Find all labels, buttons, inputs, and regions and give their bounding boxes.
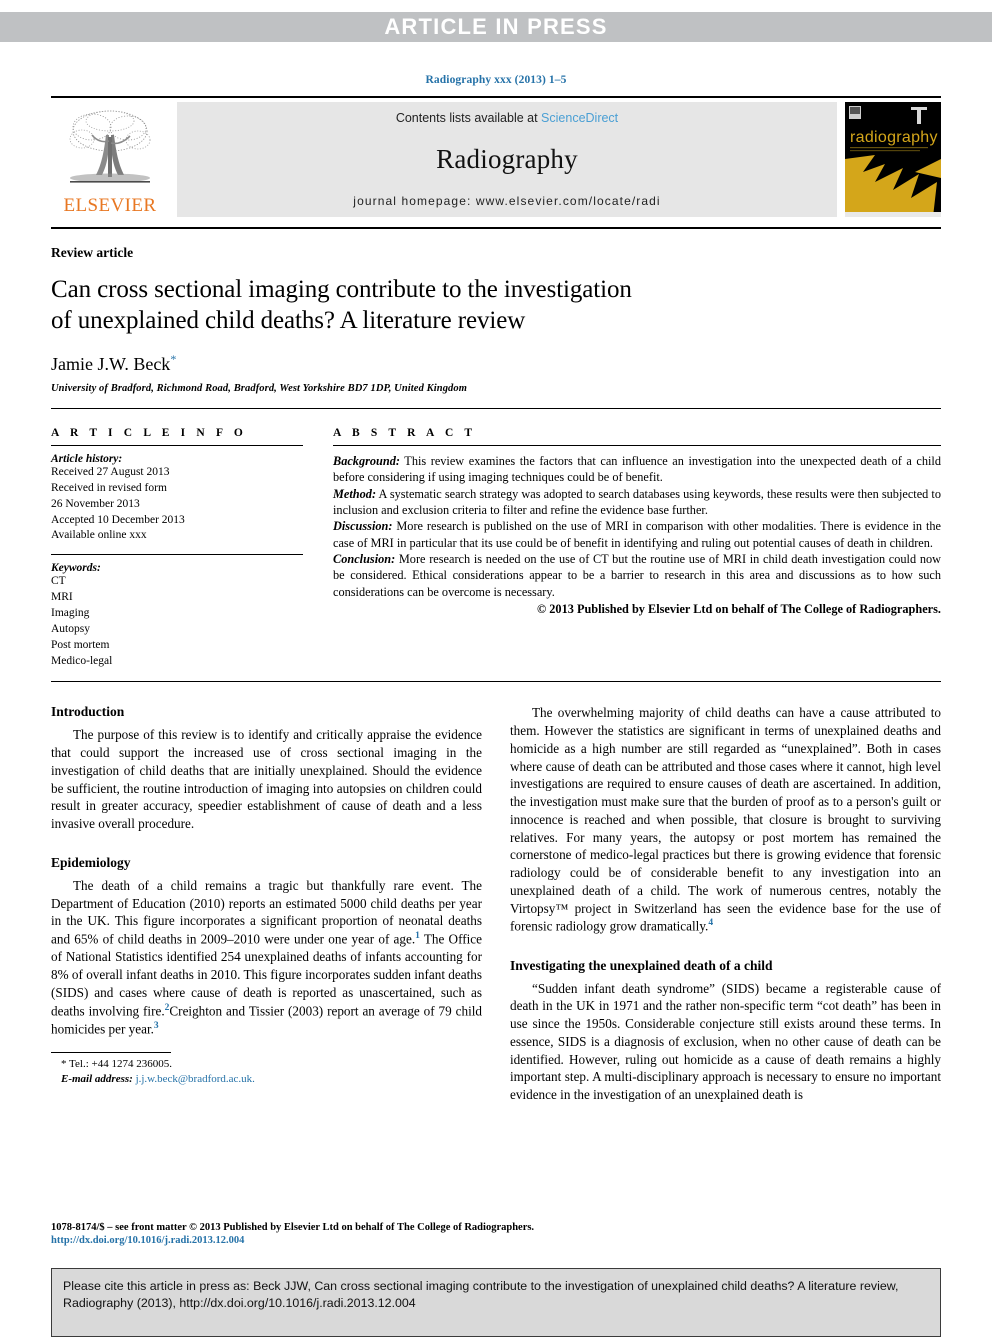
masthead-bottom-rule	[51, 227, 941, 229]
footnote-telephone: * Tel.: +44 1274 236005.	[61, 1057, 172, 1070]
title-line-2: of unexplained child deaths? A literatur…	[51, 306, 526, 334]
abstract-rule	[333, 445, 941, 446]
author-affiliation: University of Bradford, Richmond Road, B…	[51, 383, 468, 394]
paragraph-child-deaths-statistics: The overwhelming majority of child death…	[510, 704, 941, 935]
abstract-text-background: This review examines the factors that ca…	[333, 454, 941, 485]
citation-request-text: Please cite this article in press as: Be…	[63, 1279, 899, 1311]
abstract-text-conclusion: More research is needed on the use of CT…	[333, 552, 941, 599]
title-line-1: Can cross sectional imaging contribute t…	[51, 276, 632, 303]
article-type-label: Review article	[51, 245, 134, 260]
doi-link[interactable]: http://dx.doi.org/10.1016/j.radi.2013.12…	[51, 1235, 941, 1246]
elsevier-tree-icon	[69, 110, 151, 183]
front-matter-copyright: 1078-8174/$ – see front matter © 2013 Pu…	[51, 1222, 535, 1233]
author-name: Jamie J.W. Beck*	[51, 352, 941, 375]
abstract-section-discussion: Discussion: More research is published o…	[333, 518, 941, 551]
journal-cover-art: radiography	[845, 102, 941, 217]
journal-masthead: ELSEVIER Contents lists available at Sci…	[51, 102, 941, 217]
abstract-text-discussion: More research is published on the use of…	[333, 519, 941, 550]
history-revised-date: 26 November 2013	[51, 497, 140, 510]
section-heading-investigating: Investigating the unexplained death of a…	[510, 957, 773, 973]
abstract-section-method: Method: A systematic search strategy was…	[333, 486, 941, 519]
citation-request-box: Please cite this article in press as: Be…	[51, 1268, 941, 1337]
history-revised-form: Received in revised form	[51, 481, 167, 494]
keyword-item: Post mortem	[51, 638, 110, 651]
page-bottom-matter: 1078-8174/$ – see front matter © 2013 Pu…	[51, 1220, 941, 1337]
keyword-item: CT	[51, 575, 66, 588]
abstract-label-discussion: Discussion:	[333, 519, 393, 534]
elsevier-logo[interactable]: ELSEVIER	[51, 102, 169, 217]
page-content: ELSEVIER Contents lists available at Sci…	[51, 96, 941, 1106]
author-label: Jamie J.W. Beck	[51, 354, 171, 374]
article-info-heading: A R T I C L E I N F O	[51, 427, 247, 439]
history-accepted: Accepted 10 December 2013	[51, 513, 185, 526]
section-heading-epidemiology: Epidemiology	[51, 854, 131, 870]
history-available-online: Available online xxx	[51, 529, 147, 542]
running-head-citation: Radiography xxx (2013) 1–5	[425, 74, 567, 86]
journal-title: Radiography	[436, 144, 578, 174]
page-title: Can cross sectional imaging contribute t…	[51, 275, 941, 336]
elsevier-wordmark: ELSEVIER	[63, 195, 157, 216]
section-heading-introduction: Introduction	[51, 704, 125, 720]
abstract-text-method: A systematic search strategy was adopted…	[333, 486, 941, 518]
footnote-email-line: E-mail address: j.j.w.beck@bradford.ac.u…	[51, 1072, 482, 1087]
abstract-label-conclusion: Conclusion:	[333, 552, 396, 567]
abstract-section-background: Background: This review examines the fac…	[333, 453, 941, 486]
abstract-label-method: Method:	[333, 486, 377, 501]
contents-available-line: Contents lists available at ScienceDirec…	[396, 111, 618, 125]
keyword-item: MRI	[51, 591, 73, 604]
corresponding-author-footnote: * Tel.: +44 1274 236005. E-mail address:…	[51, 1051, 482, 1088]
journal-homepage-link[interactable]: journal homepage: www.elsevier.com/locat…	[353, 194, 660, 208]
abstract-section-conclusion: Conclusion: More research is needed on t…	[333, 551, 941, 600]
svg-text:radiography: radiography	[850, 129, 938, 146]
footnote-rule	[51, 1051, 171, 1053]
abstract-copyright: © 2013 Published by Elsevier Ltd on beha…	[537, 602, 941, 617]
history-received: Received 27 August 2013	[51, 466, 170, 478]
keyword-item: Medico-legal	[51, 654, 113, 667]
footnote-email-label: E-mail address:	[61, 1073, 133, 1086]
contents-prefix: Contents lists available at	[395, 111, 542, 125]
paragraph-introduction: The purpose of this review is to identif…	[51, 727, 482, 832]
right-para1-text: The overwhelming majority of child death…	[510, 705, 941, 934]
abstract-label-background: Background:	[333, 454, 400, 468]
citation-ref-4[interactable]: 4	[708, 918, 713, 928]
abstract-block-bottom-rule	[51, 681, 941, 683]
body-two-column-layout: Introduction The purpose of this review …	[51, 704, 941, 1105]
citation-ref-3[interactable]: 3	[154, 1021, 159, 1031]
keyword-item: Autopsy	[51, 622, 90, 635]
abstract-heading: A B S T R A C T	[333, 427, 477, 439]
article-history-title: Article history:	[51, 453, 123, 465]
body-column-right: The overwhelming majority of child death…	[510, 704, 941, 1105]
sciencedirect-link[interactable]: ScienceDirect	[541, 111, 618, 125]
masthead-top-rule	[51, 96, 941, 98]
body-column-left: Introduction The purpose of this review …	[51, 704, 482, 1105]
info-abstract-block: A R T I C L E I N F O Article history: R…	[51, 409, 941, 669]
article-in-press-banner: ARTICLE IN PRESS	[0, 12, 992, 42]
keyword-item: Imaging	[51, 607, 90, 620]
journal-cover-thumbnail[interactable]: radiography	[845, 102, 941, 217]
paragraph-epidemiology: The death of a child remains a tragic bu…	[51, 877, 482, 1038]
article-info-rule	[51, 445, 303, 446]
corresponding-author-marker[interactable]: *	[170, 352, 176, 366]
paragraph-sids-definition: “Sudden infant death syndrome” (SIDS) be…	[510, 980, 941, 1103]
keywords-divider-rule	[51, 554, 303, 556]
footnote-email-address[interactable]: j.j.w.beck@bradford.ac.uk.	[133, 1073, 255, 1085]
masthead-center-panel: Contents lists available at ScienceDirec…	[177, 102, 837, 217]
article-in-press-label: ARTICLE IN PRESS	[384, 14, 608, 39]
article-info-column: A R T I C L E I N F O Article history: R…	[51, 409, 321, 669]
keywords-title: Keywords:	[51, 562, 101, 575]
abstract-column: A B S T R A C T Background: This review …	[321, 409, 941, 669]
